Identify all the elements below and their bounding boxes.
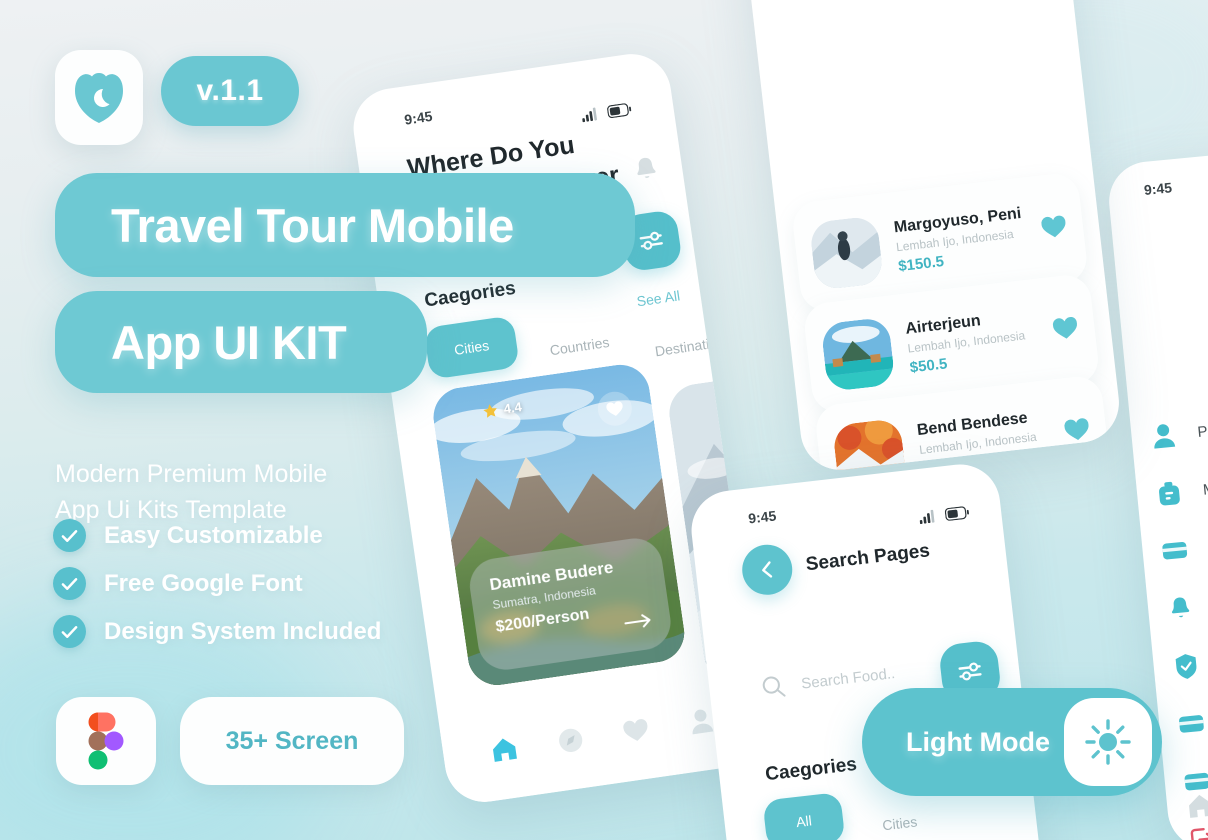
figma-badge (56, 697, 156, 785)
headline-secondary-label: App UI KIT (111, 315, 347, 369)
battery-icon (944, 506, 969, 521)
status-bar: 9:45 (1143, 179, 1172, 198)
feature-label: Free Google Font (104, 569, 303, 597)
chevron-left-icon (762, 561, 773, 578)
subtitle-label: Modern Premium Mobile App Ui Kits Templa… (55, 460, 328, 524)
heart-icon (1052, 316, 1077, 339)
categories-title: Caegories (423, 277, 517, 312)
menu-item-label: My Booking (1202, 474, 1208, 499)
heart-icon (1064, 418, 1089, 440)
search-input[interactable]: Search Food.. (800, 665, 896, 693)
heart-icon (1041, 215, 1066, 238)
nav-item-favorites[interactable] (622, 717, 652, 748)
status-time: 9:45 (747, 507, 778, 527)
list-item-thumbnail (831, 418, 908, 475)
bell-icon (1165, 593, 1196, 624)
screens-count-badge: 35+ Screen (180, 697, 404, 785)
list-item-thumbnail (808, 215, 885, 291)
feature-label: Easy Customizable (104, 521, 323, 549)
headline-primary-label: Travel Tour Mobile (111, 198, 514, 252)
logout-icon (1187, 824, 1208, 840)
status-bar: 9:45 (747, 507, 777, 526)
compass-icon (558, 728, 582, 752)
card-rating-value: 4.4 (738, 395, 759, 413)
card-icon (1159, 535, 1190, 566)
category-chip-all[interactable]: All (762, 791, 846, 840)
screens-count-label: 35+ Screen (225, 726, 359, 755)
version-badge: v.1.1 (161, 56, 299, 126)
promo-stage: 9:45 Where Do You Want To Discover (0, 0, 1208, 840)
status-time: 9:45 (1143, 179, 1173, 198)
status-time: 9:45 (403, 107, 434, 128)
figma-logo-icon (88, 712, 124, 770)
category-chip-cities[interactable]: Cities (862, 799, 938, 840)
menu-item-profile[interactable]: Profile (1147, 391, 1208, 461)
subtitle: Modern Premium Mobile App Ui Kits Templa… (55, 420, 475, 528)
card-icon (1176, 709, 1207, 740)
feature-item: Design System Included (53, 615, 381, 648)
feature-item: Easy Customizable (53, 519, 381, 552)
list-item-body: Airterjeun Lembah Ijo, Indonesia $50.5 (905, 305, 1050, 376)
category-chip-cities[interactable]: Cities (423, 315, 520, 380)
version-label: v.1.1 (196, 74, 264, 107)
thumb-image (831, 418, 908, 475)
headline-secondary: App UI KIT (55, 291, 427, 393)
home-indicator-icon (1186, 792, 1208, 824)
list-item-thumbnail (820, 316, 896, 392)
status-bar: 9:45 (403, 108, 433, 128)
card-arrow-button[interactable] (623, 612, 654, 637)
light-mode-label: Light Mode (906, 726, 1050, 757)
check-icon (53, 615, 86, 648)
signal-bars-icon (582, 107, 597, 123)
moon-leaf-logo-icon (75, 72, 123, 123)
feature-list: Easy Customizable Free Google Font Desig… (53, 519, 381, 663)
back-button[interactable] (739, 542, 795, 598)
categories-title: Caegories (764, 753, 858, 786)
feature-label: Design System Included (104, 617, 382, 645)
person-icon (1148, 420, 1179, 451)
status-icons (919, 506, 970, 525)
card-rating: 4.4 (718, 395, 759, 415)
battery-icon (607, 103, 632, 119)
sliders-icon (639, 231, 663, 250)
list-item-body: Margoyuso, Peni Lembah Ijo, Indonesia $1… (893, 204, 1038, 275)
nav-item-explore[interactable] (556, 725, 586, 759)
light-mode-badge[interactable]: Light Mode (862, 688, 1162, 796)
star-icon (483, 404, 497, 418)
check-icon (53, 567, 86, 600)
bell-icon[interactable] (632, 155, 660, 189)
home-icon (493, 738, 518, 762)
sliders-icon (958, 662, 982, 681)
thumb-image (808, 215, 885, 291)
person-icon (692, 709, 714, 735)
app-logo (55, 50, 143, 145)
menu-item-label: Profile (1196, 419, 1208, 441)
card-rating-value: 4.4 (502, 399, 523, 417)
sun-icon (1064, 698, 1152, 786)
arrow-right-icon (624, 614, 651, 628)
phone-mockup-favorites: Margoyuso, Peni Lembah Ijo, Indonesia $1… (732, 0, 1124, 475)
heart-icon (606, 401, 623, 416)
favorite-button[interactable] (1063, 417, 1092, 448)
settings-menu: Profile My Booking (1147, 391, 1208, 840)
favorite-button[interactable] (1051, 315, 1080, 346)
shield-icon (1171, 651, 1202, 682)
signal-bars-icon (919, 509, 935, 525)
see-all-link[interactable]: See All (636, 287, 681, 309)
star-icon (719, 400, 733, 415)
page-title: Search Pages (804, 540, 931, 576)
feature-item: Free Google Font (53, 567, 381, 600)
thumb-image (820, 316, 896, 392)
check-icon (53, 519, 86, 552)
list-item-body: Bend Bendese Lembah Ijo, Indonesia $450.… (916, 406, 1061, 474)
bag-icon (1154, 478, 1185, 509)
heart-icon (623, 719, 648, 741)
nav-item-home[interactable] (490, 735, 520, 768)
favorite-button[interactable] (1040, 214, 1069, 245)
category-chip-destination[interactable]: Destination (637, 319, 742, 373)
search-icon (760, 674, 787, 706)
headline-primary: Travel Tour Mobile (55, 173, 635, 277)
